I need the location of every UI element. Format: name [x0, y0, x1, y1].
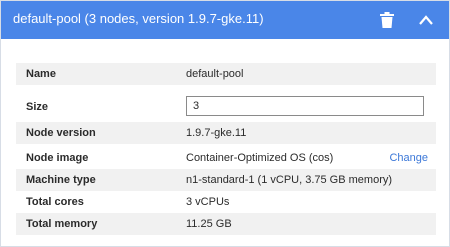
chevron-up-icon: [419, 15, 433, 25]
node-version-label: Node version: [26, 127, 96, 139]
total-memory-value: 11.25 GB: [186, 218, 232, 230]
name-value: default-pool: [186, 68, 244, 80]
size-label: Size: [26, 101, 49, 113]
node-pool-title: default-pool (3 nodes, version 1.9.7-gke…: [13, 11, 264, 26]
node-pool-panel: default-pool (3 nodes, version 1.9.7-gke…: [0, 0, 450, 247]
detail-row-machine-type: Machine type n1-standard-1 (1 vCPU, 3.75…: [16, 169, 436, 191]
node-pool-details: Name default-pool Size Node version 1.9.…: [16, 63, 436, 238]
node-pool-header[interactable]: default-pool (3 nodes, version 1.9.7-gke…: [1, 1, 449, 39]
machine-type-value: n1-standard-1 (1 vCPU, 3.75 GB memory): [186, 174, 393, 186]
trash-icon: [380, 12, 394, 28]
total-cores-value: 3 vCPUs: [186, 196, 230, 208]
size-input[interactable]: [186, 96, 424, 116]
detail-row-size: Size: [16, 96, 436, 118]
machine-type-label: Machine type: [26, 174, 96, 186]
name-label: Name: [26, 68, 56, 80]
change-node-image-link[interactable]: Change: [389, 152, 428, 164]
total-cores-label: Total cores: [26, 196, 84, 208]
node-image-value: Container-Optimized OS (cos): [186, 152, 334, 164]
total-memory-label: Total memory: [26, 218, 98, 230]
collapse-button[interactable]: [414, 8, 438, 32]
detail-row-node-image: Node image Container-Optimized OS (cos) …: [16, 147, 436, 169]
node-version-value: 1.9.7-gke.11: [186, 127, 247, 139]
delete-button[interactable]: [375, 8, 399, 32]
detail-row-name: Name default-pool: [16, 63, 436, 85]
node-image-label: Node image: [26, 152, 89, 164]
detail-row-total-cores: Total cores 3 vCPUs: [16, 191, 436, 213]
detail-row-total-memory: Total memory 11.25 GB: [16, 213, 436, 235]
detail-row-node-version: Node version 1.9.7-gke.11: [16, 122, 436, 144]
